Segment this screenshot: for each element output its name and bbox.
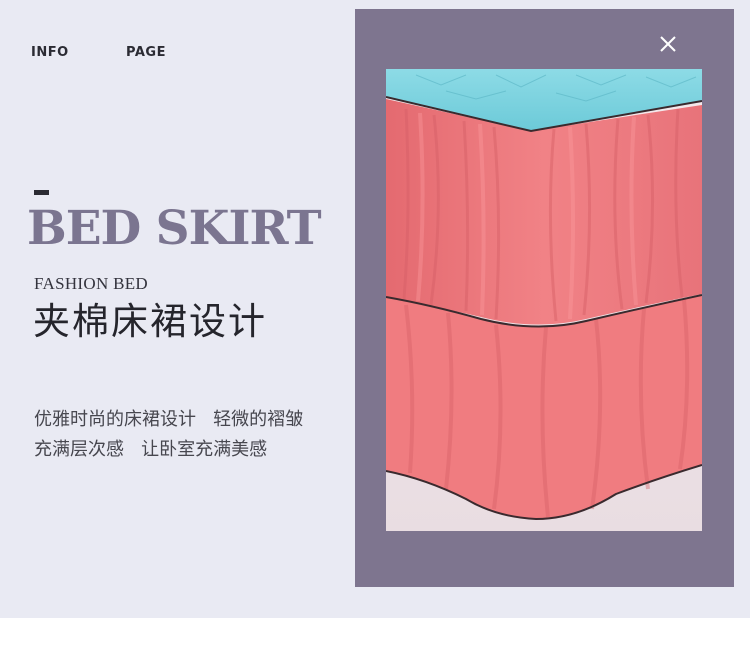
- title-accent-dash: [34, 190, 49, 195]
- description: 优雅时尚的床裙设计 轻微的褶皱 充满层次感 让卧室充满美感: [34, 405, 303, 465]
- description-line: 优雅时尚的床裙设计 轻微的褶皱: [34, 409, 304, 430]
- subtitle-chinese: 夹棉床裙设计: [33, 300, 267, 343]
- description-line: 充满层次感 让卧室充满美感: [34, 439, 268, 460]
- subtitle-english: FASHION BED: [34, 274, 148, 293]
- nav-page-link[interactable]: PAGE: [126, 45, 166, 60]
- bed-skirt-photo: [386, 69, 702, 531]
- close-icon[interactable]: [658, 34, 678, 54]
- page-title: BED SKIRT: [27, 201, 322, 256]
- nav-info-link[interactable]: INFO: [31, 45, 69, 60]
